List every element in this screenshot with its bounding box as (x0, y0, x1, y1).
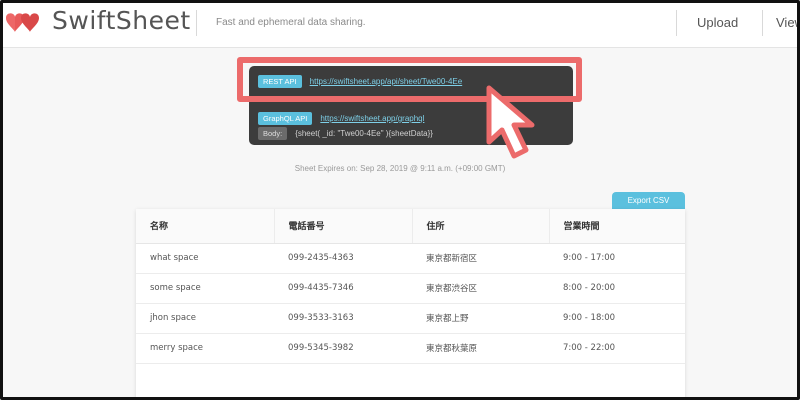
logo-icon[interactable] (4, 10, 44, 36)
column-header-phone[interactable]: 電話番号 (274, 209, 413, 244)
column-header-hours[interactable]: 営業時間 (549, 209, 685, 244)
data-table-card: 名称 電話番号 住所 営業時間 what space 099-2435-4363… (136, 209, 685, 400)
logo-text[interactable]: SwiftSheet (52, 6, 191, 35)
cell-hours: 9:00 - 18:00 (549, 303, 685, 334)
cell-name: jhon space (136, 303, 274, 334)
nav-view-link[interactable]: View (776, 15, 800, 30)
data-table: 名称 電話番号 住所 営業時間 what space 099-2435-4363… (136, 209, 685, 364)
nav-divider (676, 10, 677, 36)
cell-hours: 8:00 - 20:00 (549, 273, 685, 304)
tagline: Fast and ephemeral data sharing. (216, 17, 366, 28)
arrow-cursor-icon (486, 85, 535, 159)
app-header: SwiftSheet Fast and ephemeral data shari… (0, 0, 800, 48)
nav-upload-link[interactable]: Upload (697, 15, 738, 30)
cell-phone: 099-2435-4363 (274, 243, 412, 274)
table-row: some space 099-4435-7346 東京都渋谷区 8:00 - 2… (136, 273, 685, 304)
table-row: jhon space 099-3533-3163 東京都上野 9:00 - 18… (136, 303, 685, 334)
graphql-api-row: GraphQL API https://swiftsheet.app/graph… (258, 112, 424, 125)
cell-address: 東京都秋葉原 (412, 333, 549, 364)
body-badge: Body: (258, 127, 288, 140)
rest-api-badge: REST API (258, 75, 302, 88)
table-header-row: 名称 電話番号 住所 営業時間 (136, 209, 685, 244)
cell-address: 東京都渋谷区 (412, 273, 549, 304)
cell-name: what space (136, 243, 274, 274)
column-header-address[interactable]: 住所 (412, 209, 550, 244)
sheet-expiry-text: Sheet Expires on: Sep 28, 2019 @ 9:11 a.… (294, 164, 506, 173)
cell-name: some space (136, 273, 274, 304)
graphql-body-text: {sheet( _id: "Twe00-4Ee" ){sheetData}} (295, 129, 433, 138)
cell-phone: 099-4435-7346 (274, 273, 412, 304)
cell-phone: 099-5345-3982 (274, 333, 412, 364)
cell-address: 東京都上野 (412, 303, 549, 334)
header-divider (196, 10, 197, 36)
nav-divider (762, 10, 763, 36)
rest-api-row: REST API https://swiftsheet.app/api/shee… (258, 75, 462, 88)
rest-api-link[interactable]: https://swiftsheet.app/api/sheet/Twe00-4… (310, 77, 463, 86)
cell-name: merry space (136, 333, 274, 364)
cell-hours: 7:00 - 22:00 (549, 333, 685, 364)
column-header-name[interactable]: 名称 (136, 209, 275, 244)
graphql-api-link[interactable]: https://swiftsheet.app/graphql (320, 114, 424, 123)
table-row: what space 099-2435-4363 東京都新宿区 9:00 - 1… (136, 243, 685, 274)
graphql-body-row: Body: {sheet( _id: "Twe00-4Ee" ){sheetDa… (258, 127, 433, 140)
cell-hours: 9:00 - 17:00 (549, 243, 685, 274)
cell-phone: 099-3533-3163 (274, 303, 412, 334)
cell-address: 東京都新宿区 (412, 243, 549, 274)
table-row: merry space 099-5345-3982 東京都秋葉原 7:00 - … (136, 333, 685, 364)
graphql-api-badge: GraphQL API (258, 112, 313, 125)
export-csv-button[interactable]: Export CSV (612, 192, 685, 210)
